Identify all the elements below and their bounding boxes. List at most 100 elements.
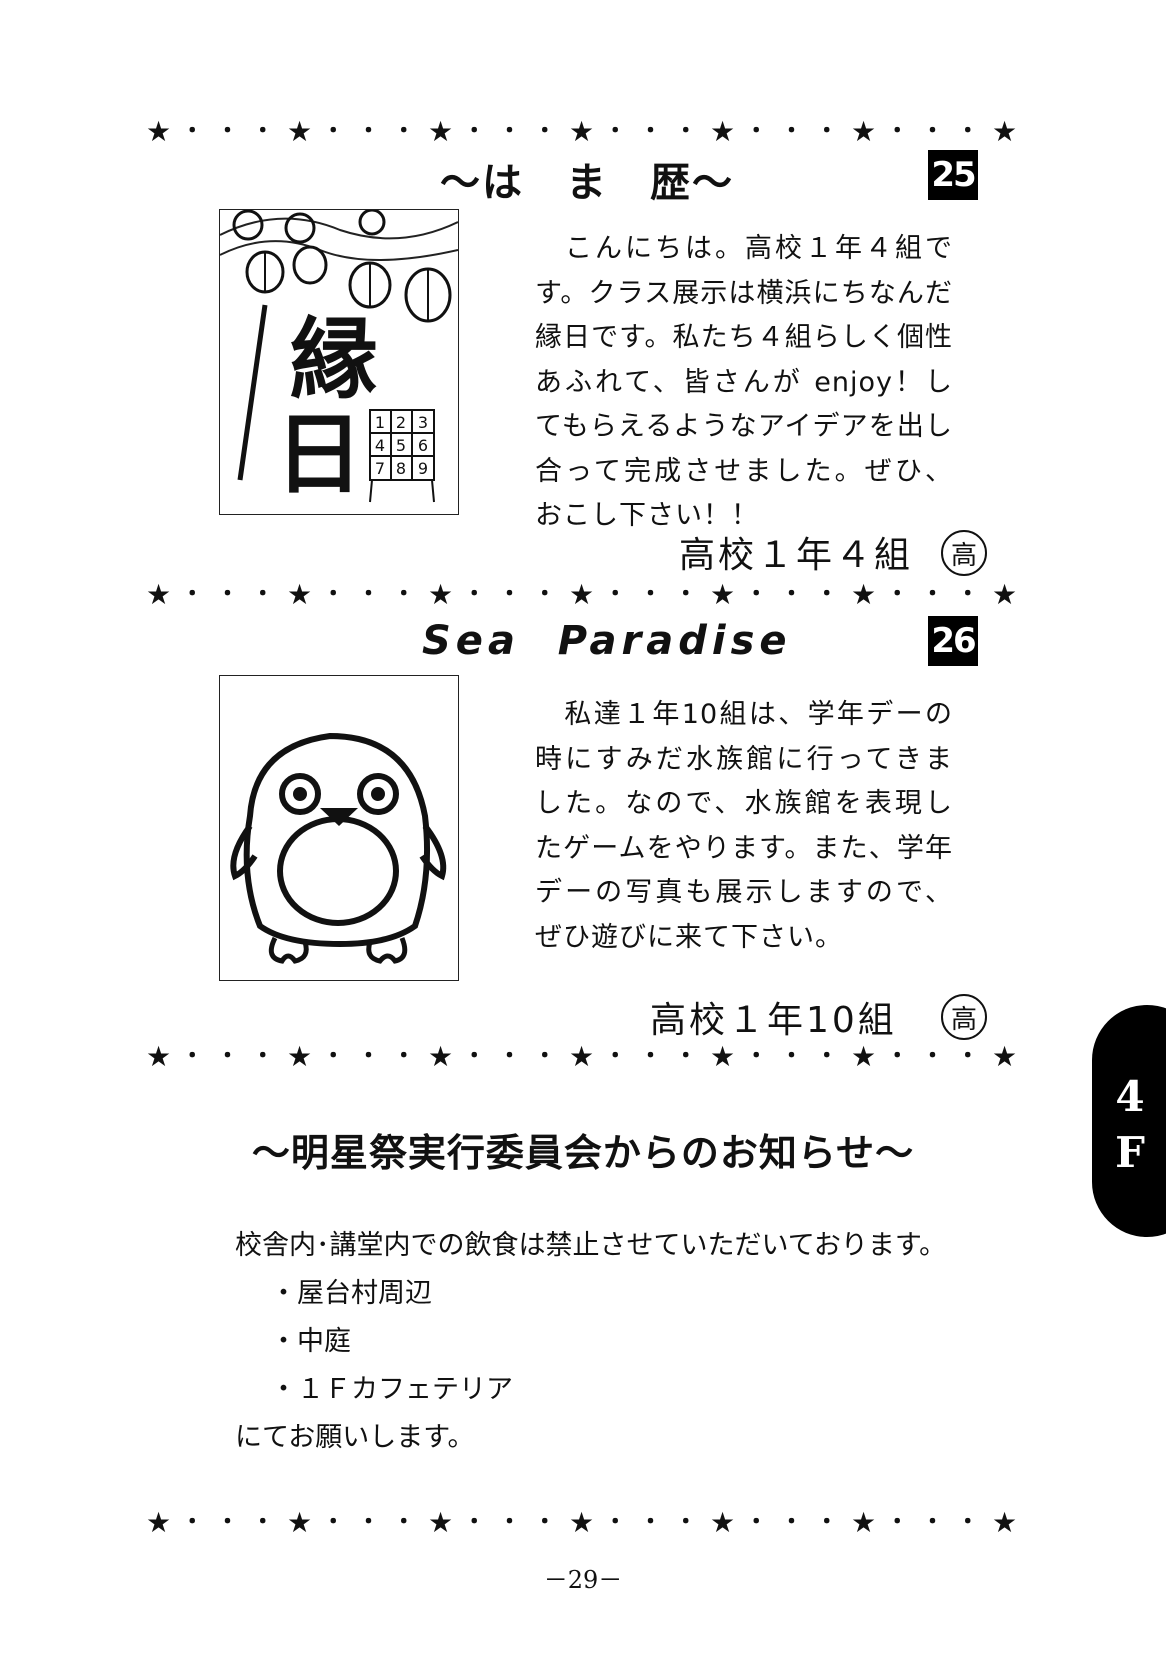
dot-icon: ・	[674, 582, 697, 607]
high-school-mark: 高	[941, 994, 987, 1040]
dot-icon: ・	[463, 1510, 486, 1535]
dot-icon: ・	[921, 1510, 944, 1535]
section-title-sea-paradise: Sea Paradise	[422, 618, 792, 664]
page-number: －29－	[543, 1566, 623, 1594]
star-icon: ★	[428, 115, 454, 148]
dot-icon: ・	[392, 119, 415, 144]
dot-icon: ・	[956, 1510, 979, 1535]
dot-icon: ・	[780, 119, 803, 144]
dot-icon: ・	[251, 582, 274, 607]
star-icon: ★	[569, 578, 595, 611]
dot-icon: ・	[674, 1510, 697, 1535]
dot-icon: ・	[357, 582, 380, 607]
svg-text:3: 3	[418, 413, 428, 432]
dot-icon: ・	[780, 1510, 803, 1535]
notice-intro: 校舎内･講堂内での飲食は禁止させていただいております。	[235, 1230, 947, 1261]
dot-icon: ・	[322, 1044, 345, 1069]
dot-icon: ・	[780, 582, 803, 607]
star-icon: ★	[851, 1040, 877, 1073]
star-icon: ★	[287, 578, 313, 611]
dot-icon: ・	[639, 1510, 662, 1535]
notice-title: ～明星祭実行委員会からのお知らせ～	[251, 1131, 915, 1175]
star-icon: ★	[146, 115, 172, 148]
dot-icon: ・	[216, 1044, 239, 1069]
dot-icon: ・	[886, 119, 909, 144]
dot-icon: ・	[533, 119, 556, 144]
dot-icon: ・	[815, 119, 838, 144]
dot-icon: ・	[815, 1044, 838, 1069]
dot-icon: ・	[604, 119, 627, 144]
dot-icon: ・	[921, 1044, 944, 1069]
dot-icon: ・	[921, 119, 944, 144]
star-icon: ★	[851, 1506, 877, 1539]
dot-icon: ・	[604, 1510, 627, 1535]
star-icon: ★	[428, 1040, 454, 1073]
notice-item-yataimura: ・屋台村周辺	[270, 1278, 432, 1309]
dot-icon: ・	[604, 1044, 627, 1069]
ennichi-drawing: 縁 日 1 2 3 4 5 6 7 8 9	[220, 210, 458, 506]
section1-description: こんにちは。高校１年４組です。クラス展示は横浜にちなんだ縁日です。私たち４組らし…	[535, 233, 953, 531]
star-divider-lower: ★ ・・・ ★ ・・・ ★ ・・・ ★ ・・・ ★ ・・・ ★ ・・・ ★	[146, 1040, 1017, 1073]
dot-icon: ・	[745, 582, 768, 607]
dot-icon: ・	[886, 1044, 909, 1069]
dot-icon: ・	[498, 1510, 521, 1535]
star-icon: ★	[287, 1040, 313, 1073]
star-icon: ★	[710, 1040, 736, 1073]
floor-tab	[1092, 1005, 1166, 1237]
dot-icon: ・	[357, 119, 380, 144]
dot-icon: ・	[181, 1510, 204, 1535]
star-icon: ★	[992, 1506, 1018, 1539]
dot-icon: ・	[216, 1510, 239, 1535]
star-icon: ★	[146, 1040, 172, 1073]
dot-icon: ・	[322, 119, 345, 144]
dot-icon: ・	[392, 1044, 415, 1069]
star-icon: ★	[428, 1506, 454, 1539]
star-icon: ★	[992, 1040, 1018, 1073]
dot-icon: ・	[780, 1044, 803, 1069]
dot-icon: ・	[815, 582, 838, 607]
star-icon: ★	[146, 578, 172, 611]
star-icon: ★	[992, 578, 1018, 611]
dot-icon: ・	[886, 582, 909, 607]
dot-icon: ・	[674, 119, 697, 144]
star-icon: ★	[851, 115, 877, 148]
dot-icon: ・	[392, 582, 415, 607]
star-icon: ★	[710, 578, 736, 611]
dot-icon: ・	[463, 119, 486, 144]
svg-text:6: 6	[418, 436, 428, 455]
dot-icon: ・	[463, 582, 486, 607]
notice-outro: にてお願いします。	[235, 1422, 475, 1453]
penguin-drawing	[230, 732, 447, 964]
dot-icon: ・	[533, 582, 556, 607]
svg-text:縁: 縁	[290, 308, 378, 411]
high-school-mark: 高	[941, 530, 987, 576]
star-divider-top: ★ ・・・ ★ ・・・ ★ ・・・ ★ ・・・ ★ ・・・ ★ ・・・ ★	[146, 115, 1017, 148]
svg-text:2: 2	[396, 413, 406, 432]
section-title-hamareki: ～は ま 歴～	[440, 160, 734, 206]
star-icon: ★	[992, 115, 1018, 148]
dot-icon: ・	[498, 119, 521, 144]
dot-icon: ・	[674, 1044, 697, 1069]
dot-icon: ・	[251, 1510, 274, 1535]
svg-text:8: 8	[396, 459, 406, 478]
svg-text:7: 7	[375, 459, 385, 478]
svg-text:5: 5	[396, 436, 406, 455]
star-icon: ★	[428, 578, 454, 611]
dot-icon: ・	[181, 119, 204, 144]
dot-icon: ・	[956, 582, 979, 607]
section1-class-signature: 高校１年４組	[679, 535, 914, 576]
dot-icon: ・	[639, 119, 662, 144]
ennichi-illustration: 縁 日 1 2 3 4 5 6 7 8 9	[219, 209, 459, 515]
star-icon: ★	[287, 115, 313, 148]
section2-description: 私達１年10組は、学年デーの時にすみだ水族館に行ってきました。なので、水族館を表…	[535, 699, 953, 953]
svg-text:9: 9	[418, 459, 428, 478]
dot-icon: ・	[216, 582, 239, 607]
dot-icon: ・	[745, 119, 768, 144]
svg-text:1: 1	[375, 413, 385, 432]
dot-icon: ・	[463, 1044, 486, 1069]
notice-item-cafeteria: ・１Ｆカフェテリア	[270, 1374, 513, 1405]
dot-icon: ・	[498, 582, 521, 607]
dot-icon: ・	[216, 119, 239, 144]
star-divider-bottom: ★ ・・・ ★ ・・・ ★ ・・・ ★ ・・・ ★ ・・・ ★ ・・・ ★	[146, 1506, 1017, 1539]
dot-icon: ・	[956, 1044, 979, 1069]
